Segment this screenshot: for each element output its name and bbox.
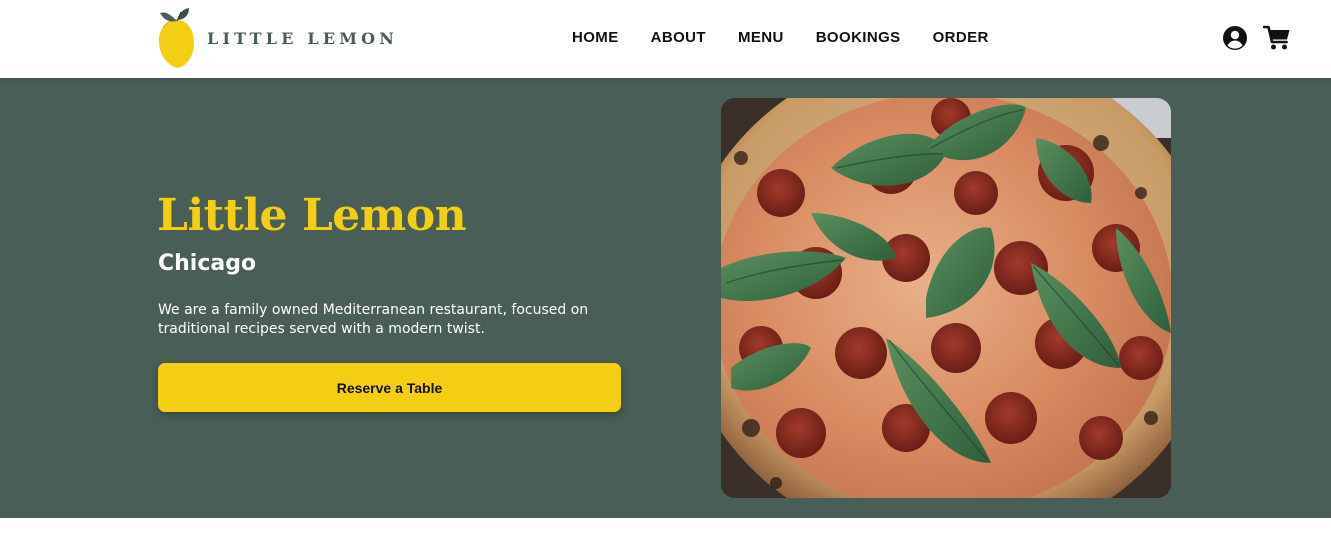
nav-home[interactable]: HOME — [572, 29, 619, 46]
hero-description: We are a family owned Mediterranean rest… — [158, 302, 589, 337]
page-below-fold — [0, 518, 1331, 543]
hero-section: Little Lemon Chicago We are a family own… — [0, 78, 1331, 518]
reserve-table-button[interactable]: Reserve a Table — [158, 363, 621, 412]
main-nav: HOME ABOUT MENU BOOKINGS ORDER — [572, 29, 989, 46]
nav-menu[interactable]: MENU — [738, 29, 784, 46]
nav-about[interactable]: ABOUT — [651, 29, 706, 46]
nav-bookings[interactable]: BOOKINGS — [816, 29, 901, 46]
hero-subtitle: Chicago — [158, 251, 257, 276]
hero-pizza-image — [721, 98, 1171, 498]
header-actions — [1222, 25, 1291, 55]
logo[interactable]: LITTLE LEMON — [157, 6, 398, 70]
account-icon[interactable] — [1222, 25, 1248, 55]
lemon-logo-icon — [158, 8, 194, 68]
hero-title: Little Lemon — [157, 190, 467, 241]
pizza-photo — [721, 98, 1171, 498]
site-header: LITTLE LEMON HOME ABOUT MENU BOOKINGS OR… — [0, 0, 1331, 78]
logo-text: LITTLE LEMON — [207, 28, 399, 48]
cart-icon[interactable] — [1262, 25, 1291, 55]
nav-order[interactable]: ORDER — [933, 29, 989, 46]
